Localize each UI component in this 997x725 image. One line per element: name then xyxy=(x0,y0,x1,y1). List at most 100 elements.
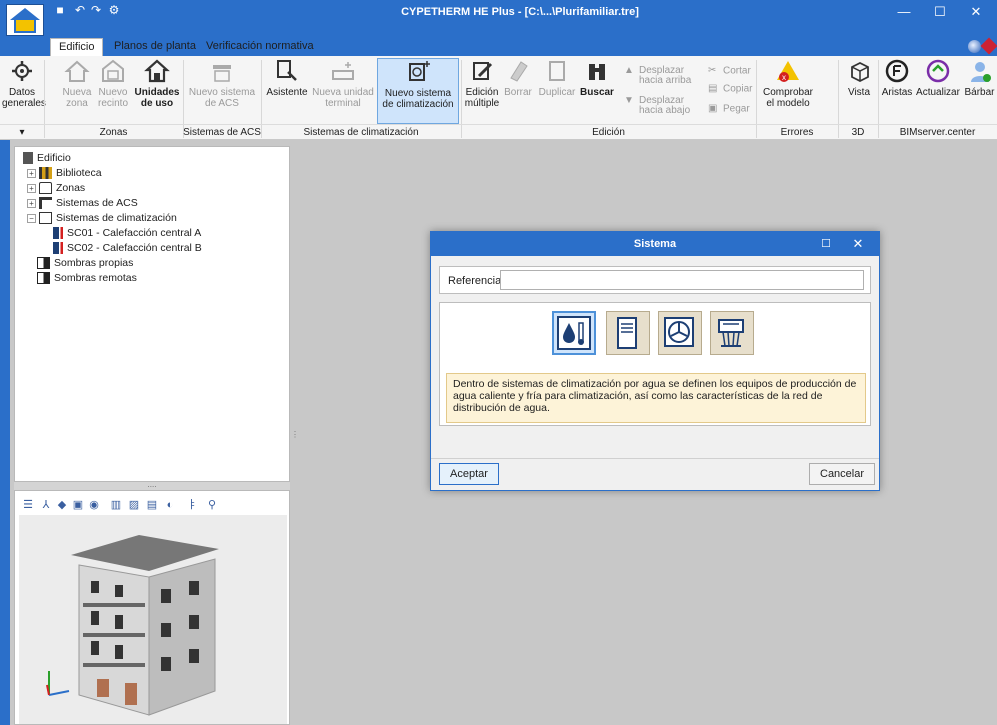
group-errores: Errores xyxy=(756,124,838,139)
buscar-button[interactable]: Buscar xyxy=(580,58,614,98)
desplazar-abajo-button[interactable]: ▼ Desplazar hacia abajo xyxy=(624,96,690,116)
edicion-multiple-button[interactable]: Edición múltiple xyxy=(462,58,502,109)
asistente-label: Asistente xyxy=(266,87,308,98)
multi-edit-icon xyxy=(473,62,493,80)
globe-icon[interactable] xyxy=(968,40,981,53)
ducted-unit-icon xyxy=(718,319,744,347)
system-type-water[interactable] xyxy=(552,311,596,355)
datos-generales-label: Datos generales xyxy=(2,87,46,109)
layers-icon[interactable]: ☰ xyxy=(21,498,35,512)
water-thermometer-icon xyxy=(557,316,591,350)
pegar-button[interactable]: ▣ Pegar xyxy=(708,104,750,115)
customize-icon[interactable]: ⚙ xyxy=(106,2,122,18)
copiar-label: Copiar xyxy=(723,83,753,95)
view-3d-panel: ☰ ⅄ ◆ ▣ ◉ ▥ ▨ ▤ ◐ ㅑ ⚲ xyxy=(14,490,290,725)
datos-generales-button[interactable]: Datos generales xyxy=(2,58,46,109)
system-type-ducted[interactable] xyxy=(710,311,754,355)
building-icon xyxy=(23,152,33,165)
tree-item-biblioteca[interactable]: + Biblioteca xyxy=(23,166,289,181)
section-icon[interactable]: ▨ xyxy=(127,498,141,512)
tab-edificio[interactable]: Edificio xyxy=(50,38,104,56)
tree-root-edificio[interactable]: Edificio xyxy=(23,151,289,166)
aristas-icon xyxy=(885,59,909,83)
cortar-label: Cortar xyxy=(723,65,751,77)
maximize-button[interactable]: ☐ xyxy=(922,0,958,24)
section-red-icon[interactable]: ▥ xyxy=(109,498,123,512)
copy-icon: ▤ xyxy=(708,83,718,94)
nuevo-recinto-button[interactable]: Nuevo recinto xyxy=(96,58,130,109)
system-type-fan[interactable] xyxy=(658,311,702,355)
duplicar-button[interactable]: Duplicar xyxy=(536,58,578,98)
app-logo-icon[interactable] xyxy=(6,4,44,36)
system-type-unit[interactable] xyxy=(606,311,650,355)
tree-item-sombras-remotas[interactable]: Sombras remotas xyxy=(23,271,289,286)
desplazar-arriba-button[interactable]: ▲ Desplazar hacia arriba xyxy=(624,66,691,86)
duplicar-label: Duplicar xyxy=(538,87,576,98)
comprobar-modelo-label: Comprobar el modelo xyxy=(762,87,814,109)
expand-icon[interactable]: + xyxy=(27,198,36,208)
tree-item-zonas[interactable]: + Zonas xyxy=(23,181,289,196)
sync-icon xyxy=(926,59,950,83)
visibility-icon[interactable]: ◐ xyxy=(163,498,177,512)
expand-ribbon-icon[interactable]: ▾ xyxy=(0,124,44,139)
aristas-button[interactable]: Aristas xyxy=(880,58,914,98)
vertical-splitter[interactable]: ⋮ xyxy=(291,430,299,439)
tree-item-label: Biblioteca xyxy=(56,167,102,179)
panel-splitter[interactable]: .... xyxy=(14,481,290,490)
expand-icon[interactable]: + xyxy=(27,168,36,178)
reference-input[interactable] xyxy=(500,270,864,290)
vista-button[interactable]: Vista xyxy=(844,58,874,98)
tree-item-sc01[interactable]: SC01 - Calefacción central A xyxy=(23,226,289,241)
user-icon xyxy=(970,62,991,82)
cancelar-button[interactable]: Cancelar xyxy=(809,463,876,485)
axes-icon[interactable]: ⅄ xyxy=(39,498,53,512)
minimize-button[interactable]: — xyxy=(886,0,922,24)
tab-verificacion-normativa[interactable]: Verificación normativa xyxy=(198,38,322,56)
asistente-button[interactable]: Asistente xyxy=(264,58,310,98)
dialog-maximize-button[interactable]: ☐ xyxy=(811,232,841,256)
nuevo-sistema-climatizacion-button[interactable]: Nuevo sistema de climatización xyxy=(377,58,459,124)
barbar-button[interactable]: Bárbar xyxy=(962,58,997,98)
orbit-icon[interactable]: ◉ xyxy=(87,498,101,512)
duplicate-icon xyxy=(549,61,565,81)
house-add-icon xyxy=(64,60,90,82)
nuevo-sistema-acs-button[interactable]: Nuevo sistema de ACS xyxy=(186,58,258,109)
arrow-up-icon: ▲ xyxy=(624,65,634,76)
collapse-icon[interactable]: − xyxy=(27,213,36,223)
shield-icon[interactable]: ◆ xyxy=(55,498,69,512)
paste-icon: ▣ xyxy=(708,103,718,114)
tree-item-sombras-propias[interactable]: Sombras propias xyxy=(23,256,289,271)
tree-item-sistemas-acs[interactable]: + Sistemas de ACS xyxy=(23,196,289,211)
barbar-label: Bárbar xyxy=(964,87,995,98)
water-thermometer-icon xyxy=(53,227,63,240)
3d-viewport[interactable] xyxy=(19,515,287,724)
eraser-icon xyxy=(510,61,528,82)
undo-icon[interactable]: ↶ xyxy=(72,2,88,18)
tab-planos-de-planta[interactable]: Planos de planta xyxy=(106,38,204,56)
cortar-button[interactable]: ✂ Cortar xyxy=(708,66,751,77)
dialog-close-button[interactable]: ✕ xyxy=(843,232,873,256)
copiar-button[interactable]: ▤ Copiar xyxy=(708,84,752,95)
aceptar-button[interactable]: Aceptar xyxy=(439,463,499,485)
close-button[interactable]: ✕ xyxy=(958,0,994,24)
3d-view-icon[interactable]: ㅑ xyxy=(185,498,199,512)
nueva-zona-button[interactable]: Nueva zona xyxy=(62,58,92,109)
binoculars-icon xyxy=(589,64,605,80)
save-icon[interactable]: ■ xyxy=(52,2,68,18)
unit-cabinet-icon xyxy=(617,317,637,349)
desplazar-abajo-label: Desplazar hacia abajo xyxy=(639,95,691,116)
gear-icon xyxy=(12,61,32,81)
desplazar-arriba-label: Desplazar hacia arriba xyxy=(639,65,692,86)
comprobar-modelo-button[interactable]: x Comprobar el modelo xyxy=(760,58,816,109)
actualizar-button[interactable]: Actualizar xyxy=(914,58,962,98)
box-view-icon[interactable]: ▣ xyxy=(71,498,85,512)
expand-icon[interactable]: + xyxy=(27,183,36,193)
zoom-icon[interactable]: ⚲ xyxy=(205,498,219,512)
tree-item-sistemas-climatizacion[interactable]: − Sistemas de climatización xyxy=(23,211,289,226)
floor-icon[interactable]: ▤ xyxy=(145,498,159,512)
tree-item-sc02[interactable]: SC02 - Calefacción central B xyxy=(23,241,289,256)
nueva-unidad-terminal-button[interactable]: Nueva unidad terminal xyxy=(312,58,374,109)
unidades-de-uso-button[interactable]: Unidades de uso xyxy=(134,58,180,109)
borrar-button[interactable]: Borrar xyxy=(502,58,534,98)
redo-icon[interactable]: ↷ xyxy=(88,2,104,18)
